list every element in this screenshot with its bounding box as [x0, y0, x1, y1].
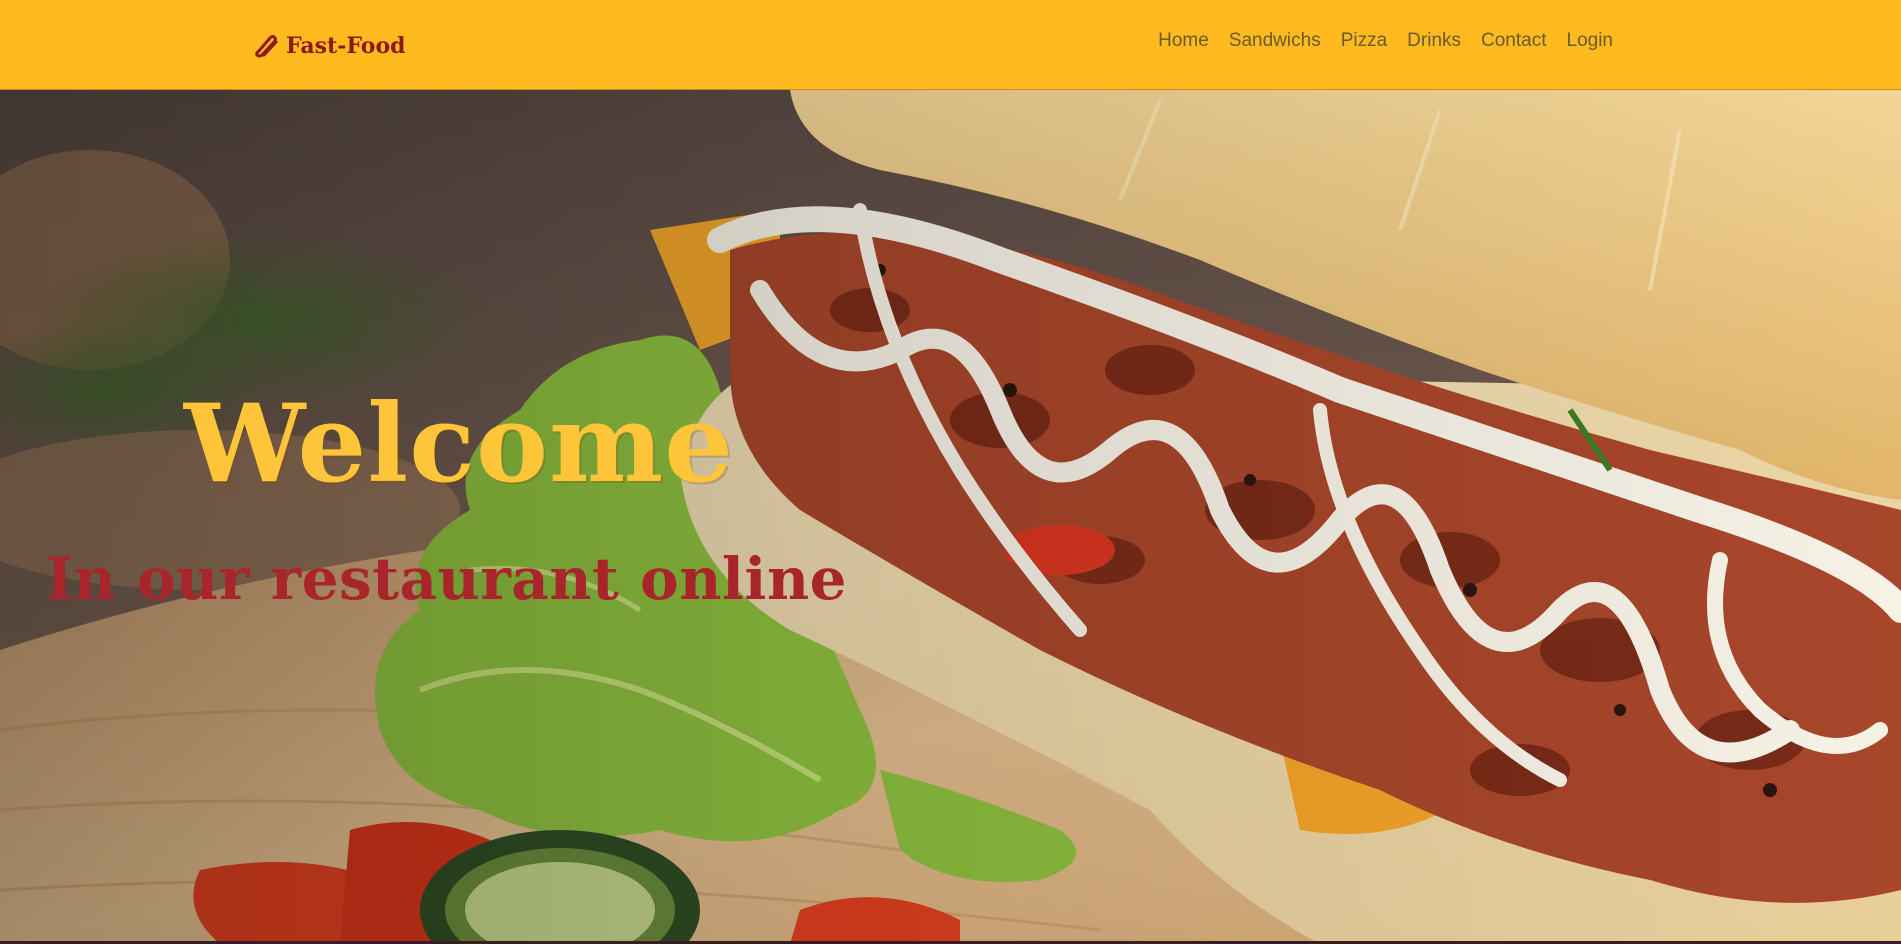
nav-contact-link[interactable]: Contact: [1481, 30, 1546, 52]
hero-title: Welcome: [184, 381, 735, 507]
hero-subtitle: In our restaurant online: [46, 545, 848, 613]
navbar: Fast-Food Home Sandwichs Pizza Drinks Co…: [0, 0, 1901, 90]
nav-login-link[interactable]: Login: [1567, 30, 1614, 52]
brand-label: Fast-Food: [286, 33, 406, 59]
nav-pizza-link[interactable]: Pizza: [1341, 30, 1387, 52]
nav-home-link[interactable]: Home: [1158, 30, 1209, 52]
hero-section: Welcome In our restaurant online: [0, 90, 1901, 944]
brand-link[interactable]: Fast-Food: [254, 30, 406, 62]
nav-sandwichs-link[interactable]: Sandwichs: [1229, 30, 1321, 52]
hotdog-icon: [254, 34, 280, 58]
nav-menu: Home Sandwichs Pizza Drinks Contact Logi…: [1158, 30, 1613, 52]
sandwich-photo: [0, 90, 1901, 944]
nav-drinks-link[interactable]: Drinks: [1407, 30, 1461, 52]
